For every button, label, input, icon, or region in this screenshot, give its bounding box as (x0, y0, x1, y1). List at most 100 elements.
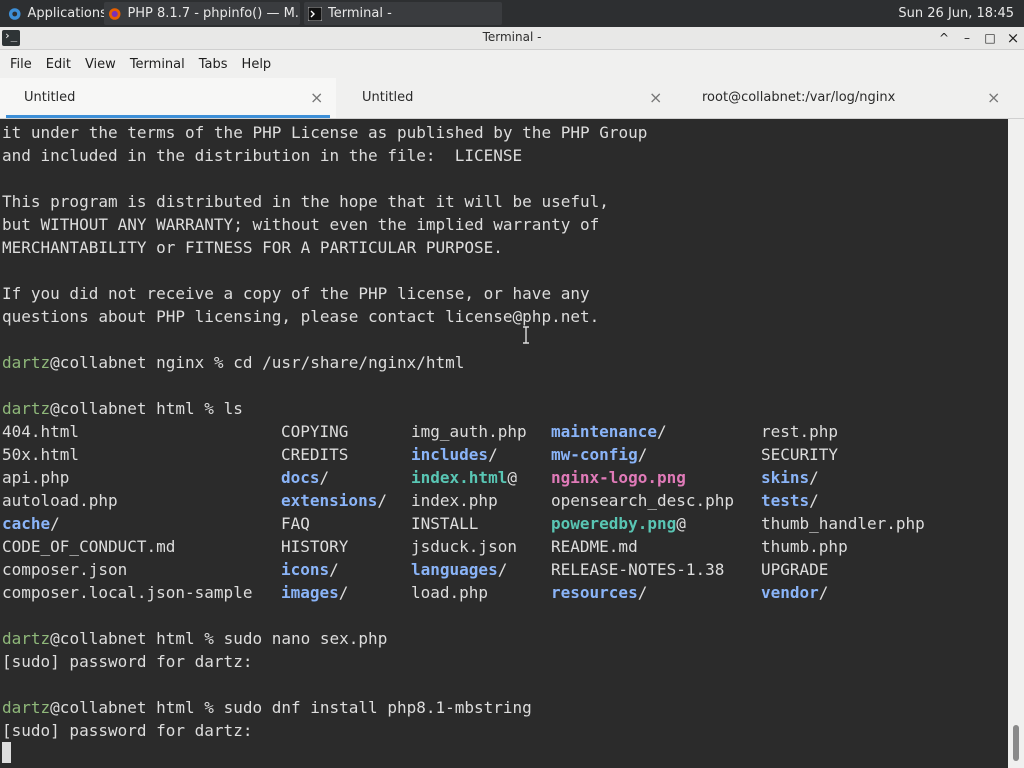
ls-entry-suffix: / (809, 468, 819, 487)
ls-entry-name: 50x.html (2, 445, 80, 464)
ls-entry: RELEASE-NOTES-1.38 (551, 558, 724, 581)
ls-entry-name: SECURITY (761, 445, 839, 464)
window-titlebar[interactable]: Terminal - ^ – □ × (0, 27, 1024, 50)
ls-entry: COPYING (281, 420, 348, 443)
ls-entry-name: icons (281, 560, 330, 579)
ls-entry: CODE_OF_CONDUCT.md (2, 535, 175, 558)
ls-entry: jsduck.json (411, 535, 517, 558)
sudo-prompt: [sudo] password for dartz: (2, 652, 253, 671)
ls-entry-name: languages (411, 560, 498, 579)
tab-nginx-logs[interactable]: root@collabnet:/var/log/nginx × (678, 78, 1008, 118)
ls-entry-name: skins (761, 468, 810, 487)
tab-label: root@collabnet:/var/log/nginx (702, 90, 896, 105)
ls-entry-suffix: / (50, 514, 60, 533)
maximize-button[interactable]: □ (981, 29, 999, 47)
sudo-prompt: [sudo] password for dartz: (2, 721, 253, 740)
menu-view[interactable]: View (83, 57, 118, 72)
command-line: dartz@collabnet html % ls (2, 397, 243, 420)
minimize-button[interactable]: – (958, 29, 976, 47)
ls-entry-suffix: / (338, 583, 349, 602)
ls-entry: skins/ (761, 466, 819, 489)
command-line: dartz@collabnet html % sudo nano sex.php (2, 627, 387, 650)
ls-entry-name: autoload.php (2, 491, 118, 510)
ls-entry: includes/ (411, 443, 498, 466)
close-button[interactable]: × (1004, 29, 1022, 47)
ls-entry: languages/ (411, 558, 507, 581)
menu-file[interactable]: File (8, 57, 34, 72)
terminal-output[interactable]: it under the terms of the PHP License as… (0, 119, 1008, 768)
ls-entry: docs/ (281, 466, 329, 489)
applications-menu[interactable]: Applications (0, 0, 104, 27)
menu-edit[interactable]: Edit (44, 57, 73, 72)
ls-entry-name: opensearch_desc.php (551, 491, 735, 510)
tab-close-icon[interactable]: × (310, 88, 323, 107)
command-text: ls (223, 399, 243, 418)
ls-entry-suffix: / (809, 491, 819, 510)
ls-entry-name: CREDITS (281, 445, 349, 464)
ls-entry-name: images (281, 583, 339, 602)
ls-entry: autoload.php (2, 489, 118, 512)
menu-tabs[interactable]: Tabs (197, 57, 230, 72)
ls-entry: images/ (281, 581, 348, 604)
tab-untitled-1[interactable]: Untitled × (0, 78, 336, 118)
ls-entry-name: poweredby.png (551, 514, 677, 533)
taskbar-item-label: PHP 8.1.7 - phpinfo() — M... (127, 6, 300, 21)
ls-entry-name: jsduck.json (411, 537, 517, 556)
ls-entry-name: rest.php (761, 422, 839, 441)
shade-button[interactable]: ^ (935, 29, 953, 47)
ls-entry: thumb.php (761, 535, 848, 558)
prompt-host: @collabnet nginx % (50, 353, 234, 372)
ls-entry-name: HISTORY (281, 537, 349, 556)
tab-close-icon[interactable]: × (649, 88, 662, 107)
ls-entry-name: maintenance (551, 422, 657, 441)
clock[interactable]: Sun 26 Jun, 18:45 (898, 0, 1014, 27)
scrollbar-thumb[interactable] (1013, 725, 1019, 761)
ls-entry: FAQ (281, 512, 310, 535)
ls-entry: poweredby.png@ (551, 512, 686, 535)
ls-entry: load.php (411, 581, 488, 604)
ls-entry-suffix: / (377, 491, 387, 510)
ls-entry-name: extensions (281, 491, 378, 510)
tab-bar: Untitled × Untitled × root@collabnet:/va… (0, 78, 1024, 119)
ls-entry-name: tests (761, 491, 810, 510)
ls-entry: composer.local.json-sample (2, 581, 252, 604)
firefox-icon (108, 7, 121, 20)
applications-menu-icon (8, 7, 21, 20)
ls-entry: README.md (551, 535, 638, 558)
ls-entry: composer.json (2, 558, 127, 581)
command-text: cd /usr/share/nginx/html (233, 353, 465, 372)
ls-entry: extensions/ (281, 489, 387, 512)
prompt-user: dartz (2, 629, 51, 648)
ls-entry-name: README.md (551, 537, 638, 556)
menu-help[interactable]: Help (240, 57, 274, 72)
tab-untitled-2[interactable]: Untitled × (338, 78, 678, 118)
terminal-icon (308, 6, 322, 21)
ls-entry-name: index.php (411, 491, 498, 510)
terminal-scrollbar[interactable] (1008, 119, 1024, 768)
window-title: Terminal - (482, 30, 542, 44)
output-line: This program is distributed in the hope … (2, 192, 609, 211)
ls-entry: rest.php (761, 420, 838, 443)
prompt-host: @collabnet html % (50, 399, 224, 418)
taskbar-item-terminal[interactable]: Terminal - (304, 2, 502, 25)
prompt-host: @collabnet html % (50, 629, 224, 648)
ls-entry-name: 404.html (2, 422, 80, 441)
command-line: dartz@collabnet html % sudo dnf install … (2, 696, 532, 719)
tab-close-icon[interactable]: × (987, 88, 1000, 107)
ls-entry-name: vendor (761, 583, 819, 602)
ls-entry-name: thumb.php (761, 537, 848, 556)
taskbar-item-firefox[interactable]: PHP 8.1.7 - phpinfo() — M... (104, 2, 300, 25)
ls-entry: 404.html (2, 420, 79, 443)
output-line: but WITHOUT ANY WARRANTY; without even t… (2, 215, 600, 234)
menu-terminal[interactable]: Terminal (128, 57, 187, 72)
ls-entry: img_auth.php (411, 420, 527, 443)
ls-entry: UPGRADE (761, 558, 828, 581)
ls-entry-suffix: / (329, 560, 339, 579)
ls-entry: 50x.html (2, 443, 79, 466)
top-panel: Applications PHP 8.1.7 - phpinfo() — M..… (0, 0, 1024, 27)
ls-entry-suffix: / (488, 445, 498, 464)
mouse-ibeam-cursor-icon (521, 326, 531, 344)
ls-entry-name: CODE_OF_CONDUCT.md (2, 537, 176, 556)
ls-entry: CREDITS (281, 443, 348, 466)
ls-entry: cache/ (2, 512, 60, 535)
